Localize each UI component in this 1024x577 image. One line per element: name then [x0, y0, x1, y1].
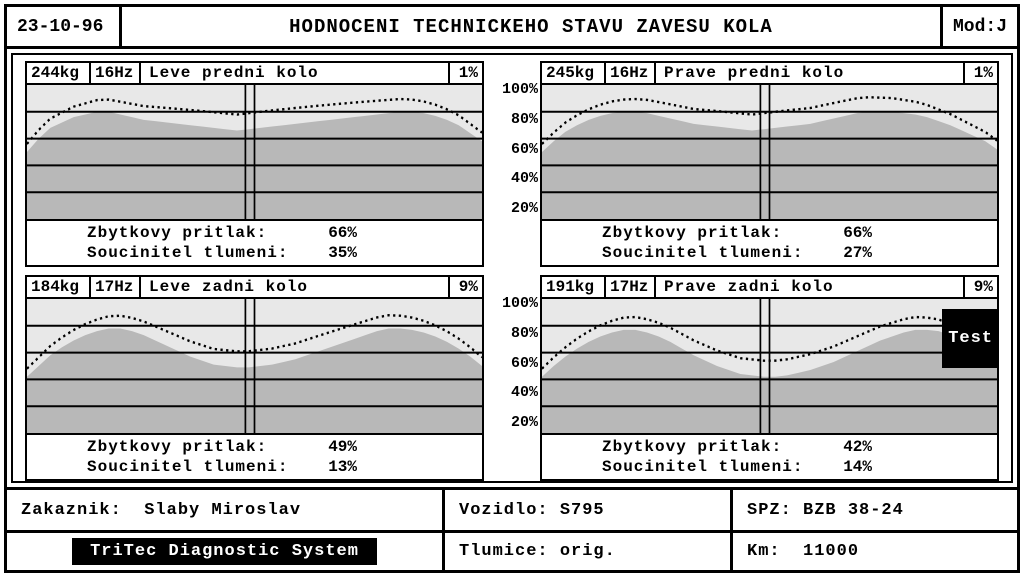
dampers-value: orig.	[560, 542, 616, 561]
frequency-value: 16Hz	[604, 61, 654, 85]
frequency-value: 17Hz	[604, 275, 654, 299]
percent-value: 9%	[448, 275, 484, 299]
chart-header: 191kg 17Hz Prave zadni kolo 9%	[540, 275, 999, 299]
customer-label: Zakaznik:	[21, 501, 122, 520]
residual-value: 49%	[307, 437, 357, 457]
chart-front-right: 245kg 16Hz Prave predni kolo 1% Zbytkovy…	[540, 61, 999, 267]
brand-label: TriTec Diagnostic System	[72, 538, 377, 565]
km-field: Km: 11000	[733, 533, 1017, 570]
charts-area: 244kg 16Hz Leve predni kolo 1% Zbytkovy …	[7, 49, 1017, 487]
chart-footer: Zbytkovy pritlak:49% Soucinitel tlumeni:…	[25, 435, 484, 481]
chart-header: 244kg 16Hz Leve predni kolo 1%	[25, 61, 484, 85]
plate-label: SPZ:	[747, 501, 792, 520]
y-tick: 40%	[511, 384, 538, 401]
y-tick: 80%	[511, 111, 538, 128]
brand-field: TriTec Diagnostic System	[7, 533, 445, 570]
residual-label: Zbytkovy pritlak:	[602, 223, 822, 243]
page-title: HODNOCENI TECHNICKEHO STAVU ZAVESU KOLA	[122, 7, 940, 46]
weight-value: 245kg	[540, 61, 604, 85]
weight-value: 191kg	[540, 275, 604, 299]
residual-value: 66%	[822, 223, 872, 243]
y-tick: 100%	[502, 81, 538, 98]
y-tick: 100%	[502, 295, 538, 312]
y-tick: 80%	[511, 325, 538, 342]
chart-body: Test	[540, 299, 999, 435]
residual-label: Zbytkovy pritlak:	[87, 223, 307, 243]
chart-header: 245kg 16Hz Prave predni kolo 1%	[540, 61, 999, 85]
mode-field: Mod:J	[940, 7, 1017, 46]
chart-plot	[542, 85, 997, 219]
chart-rear-right: 191kg 17Hz Prave zadni kolo 9% Test Zbyt…	[540, 275, 999, 481]
damping-label: Soucinitel tlumeni:	[87, 457, 307, 477]
damping-value: 14%	[822, 457, 872, 477]
weight-value: 244kg	[25, 61, 89, 85]
wheel-name: Leve predni kolo	[139, 61, 448, 85]
residual-value: 42%	[822, 437, 872, 457]
vehicle-label: Vozidlo:	[459, 501, 549, 520]
residual-label: Zbytkovy pritlak:	[87, 437, 307, 457]
y-tick: 60%	[511, 355, 538, 372]
km-label: Km:	[747, 542, 781, 561]
percent-value: 1%	[963, 61, 999, 85]
weight-value: 184kg	[25, 275, 89, 299]
y-tick: 60%	[511, 141, 538, 158]
info-row: Zakaznik: Slaby Miroslav Vozidlo: S795 S…	[7, 490, 1017, 530]
chart-body	[25, 299, 484, 435]
y-tick: 20%	[511, 200, 538, 217]
chart-body	[540, 85, 999, 221]
customer-field: Zakaznik: Slaby Miroslav	[7, 490, 445, 530]
percent-value: 1%	[448, 61, 484, 85]
chart-footer: Zbytkovy pritlak:42% Soucinitel tlumeni:…	[540, 435, 999, 481]
info-area: Zakaznik: Slaby Miroslav Vozidlo: S795 S…	[7, 487, 1017, 570]
chart-plot	[27, 85, 482, 219]
info-row: TriTec Diagnostic System Tlumice: orig. …	[7, 530, 1017, 570]
chart-body	[25, 85, 484, 221]
chart-plot	[542, 299, 997, 433]
damping-value: 35%	[307, 243, 357, 263]
km-value: 11000	[803, 542, 859, 561]
y-tick: 40%	[511, 170, 538, 187]
plate-field: SPZ: BZB 38-24	[733, 490, 1017, 530]
customer-value: Slaby Miroslav	[144, 501, 301, 520]
app-window: 23-10-96 HODNOCENI TECHNICKEHO STAVU ZAV…	[4, 4, 1020, 573]
vehicle-value: S795	[560, 501, 605, 520]
damping-label: Soucinitel tlumeni:	[602, 457, 822, 477]
plate-value: BZB 38-24	[803, 501, 904, 520]
chart-rear-left: 184kg 17Hz Leve zadni kolo 9% Zbytkovy p…	[25, 275, 484, 481]
chart-plot	[27, 299, 482, 433]
chart-footer: Zbytkovy pritlak:66% Soucinitel tlumeni:…	[540, 221, 999, 267]
wheel-name: Prave zadni kolo	[654, 275, 963, 299]
vehicle-field: Vozidlo: S795	[445, 490, 733, 530]
damping-value: 13%	[307, 457, 357, 477]
y-axis-labels: 100% 80% 60% 40% 20%	[484, 275, 540, 481]
damping-label: Soucinitel tlumeni:	[602, 243, 822, 263]
damping-label: Soucinitel tlumeni:	[87, 243, 307, 263]
residual-value: 66%	[307, 223, 357, 243]
residual-label: Zbytkovy pritlak:	[602, 437, 822, 457]
damping-value: 27%	[822, 243, 872, 263]
frequency-value: 16Hz	[89, 61, 139, 85]
dampers-field: Tlumice: orig.	[445, 533, 733, 570]
frequency-value: 17Hz	[89, 275, 139, 299]
chart-footer: Zbytkovy pritlak:66% Soucinitel tlumeni:…	[25, 221, 484, 267]
wheel-name: Prave predni kolo	[654, 61, 963, 85]
test-button[interactable]: Test	[942, 309, 999, 368]
chart-front-left: 244kg 16Hz Leve predni kolo 1% Zbytkovy …	[25, 61, 484, 267]
title-bar: 23-10-96 HODNOCENI TECHNICKEHO STAVU ZAV…	[7, 7, 1017, 49]
y-axis-labels: 100% 80% 60% 40% 20%	[484, 61, 540, 267]
percent-value: 9%	[963, 275, 999, 299]
date-field: 23-10-96	[7, 7, 122, 46]
y-tick: 20%	[511, 414, 538, 431]
chart-header: 184kg 17Hz Leve zadni kolo 9%	[25, 275, 484, 299]
wheel-name: Leve zadni kolo	[139, 275, 448, 299]
dampers-label: Tlumice:	[459, 542, 549, 561]
